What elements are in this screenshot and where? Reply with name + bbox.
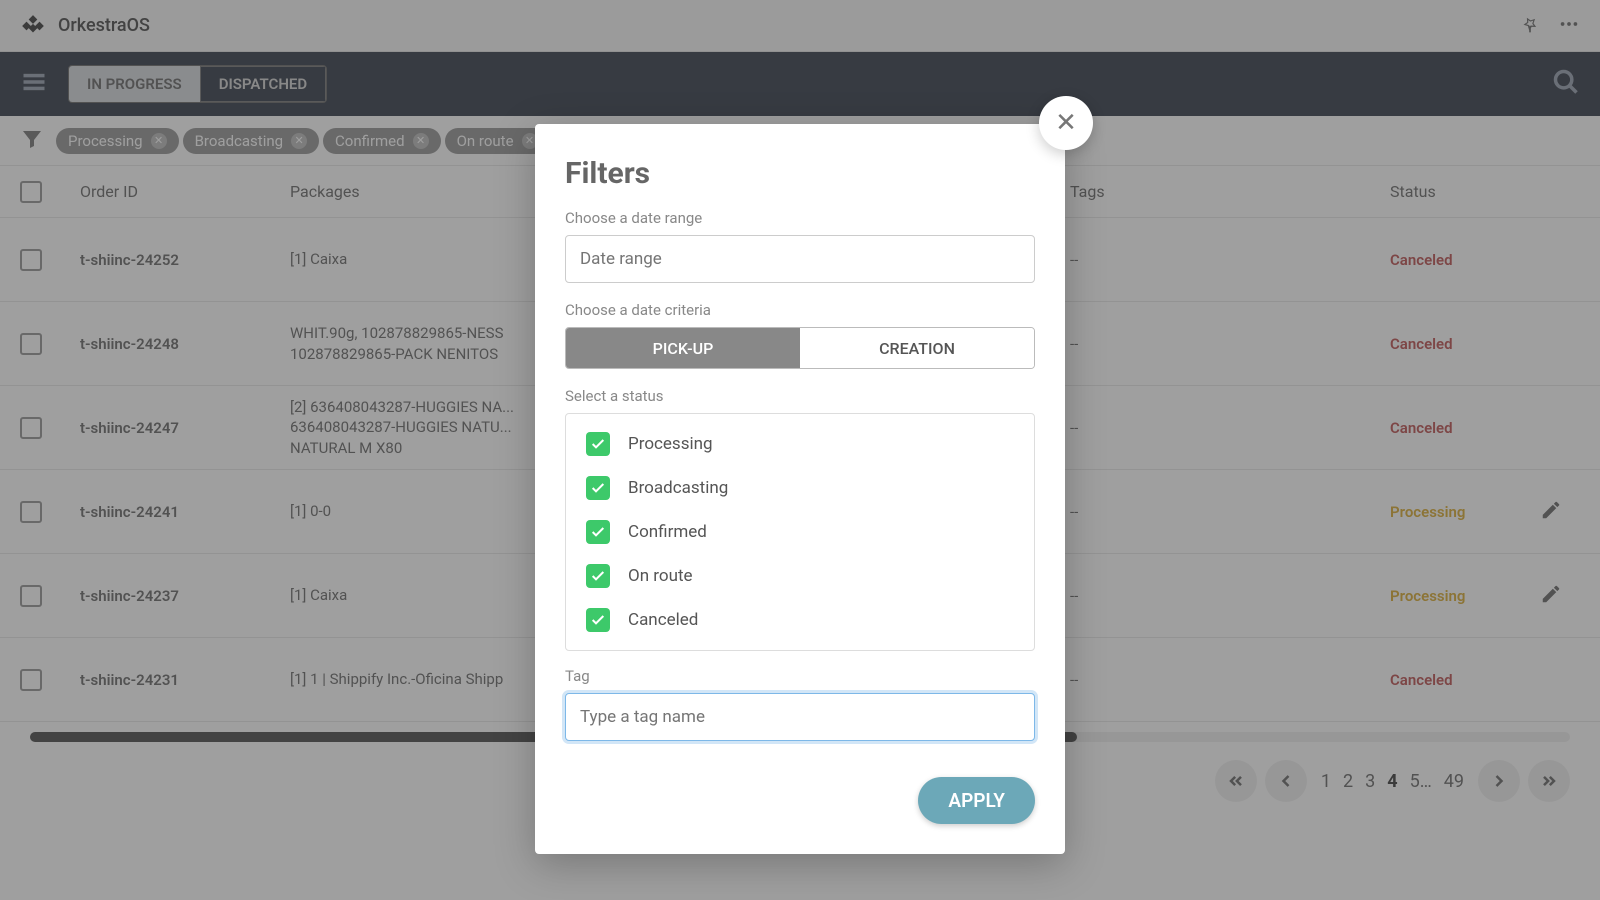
close-icon[interactable]: ✕ — [1039, 96, 1093, 150]
status-checkbox[interactable] — [586, 608, 610, 632]
tag-label: Tag — [565, 667, 1035, 685]
filters-modal: ✕ Filters Choose a date range Choose a d… — [535, 124, 1065, 854]
status-item: On route — [566, 554, 1034, 598]
status-checkbox[interactable] — [586, 520, 610, 544]
date-criteria-label: Choose a date criteria — [565, 301, 1035, 319]
status-item: Processing — [566, 422, 1034, 466]
status-item: Broadcasting — [566, 466, 1034, 510]
status-label: On route — [628, 566, 693, 586]
status-checkbox[interactable] — [586, 476, 610, 500]
criteria-pickup-button[interactable]: PICK-UP — [566, 328, 800, 368]
date-range-input[interactable] — [565, 235, 1035, 283]
status-label: Confirmed — [628, 522, 707, 542]
tag-input[interactable] — [565, 693, 1035, 741]
criteria-creation-button[interactable]: CREATION — [800, 328, 1034, 368]
date-criteria-toggle: PICK-UP CREATION — [565, 327, 1035, 369]
apply-button[interactable]: APPLY — [918, 777, 1035, 824]
status-checkbox[interactable] — [586, 564, 610, 588]
modal-title: Filters — [565, 156, 1035, 191]
status-label: Broadcasting — [628, 478, 728, 498]
status-label: Select a status — [565, 387, 1035, 405]
status-item: Confirmed — [566, 510, 1034, 554]
status-list: Processing Broadcasting Confirmed On route C… — [565, 413, 1035, 651]
status-label: Canceled — [628, 610, 698, 630]
status-item: Canceled — [566, 598, 1034, 642]
modal-overlay[interactable]: ✕ Filters Choose a date range Choose a d… — [0, 0, 1600, 900]
status-label: Processing — [628, 434, 713, 454]
status-checkbox[interactable] — [586, 432, 610, 456]
date-range-label: Choose a date range — [565, 209, 1035, 227]
